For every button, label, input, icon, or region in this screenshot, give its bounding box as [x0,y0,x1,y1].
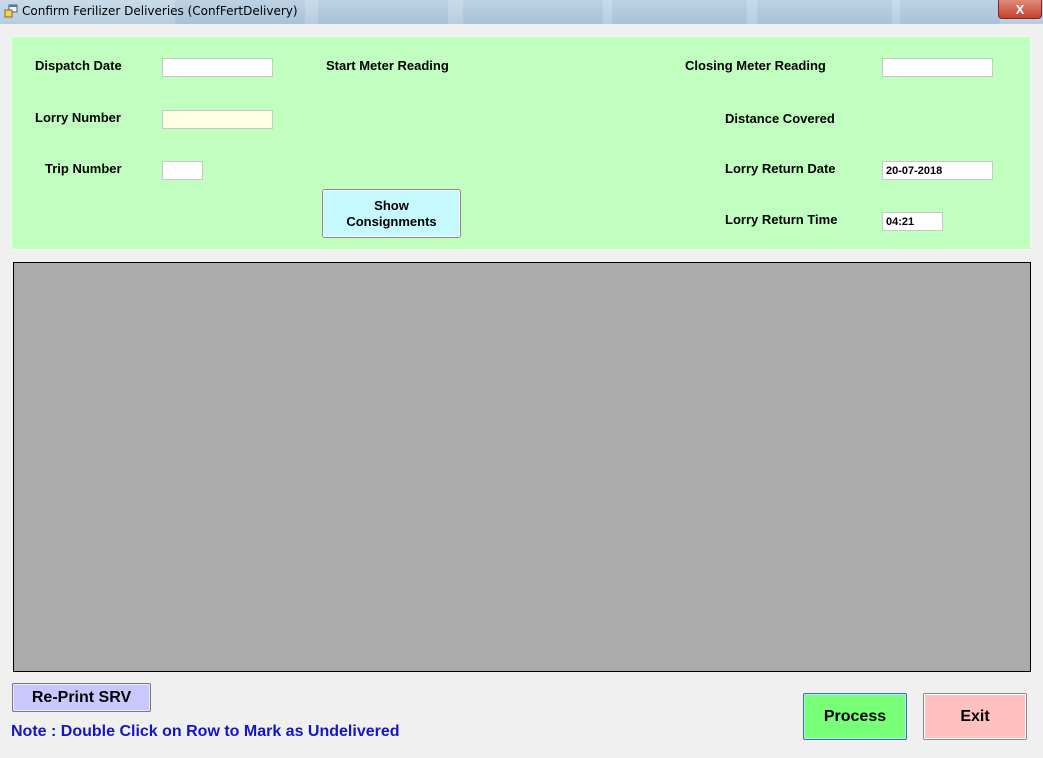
exit-button[interactable]: Exit [923,693,1027,740]
close-button[interactable]: X [998,0,1042,19]
close-icon: X [1015,1,1025,17]
delivery-form-panel: Dispatch Date Lorry Number Trip Number S… [11,36,1031,250]
lorry-number-label: Lorry Number [35,110,121,125]
undelivered-note: Note : Double Click on Row to Mark as Un… [11,723,400,740]
title-bar: Confirm Ferilizer Deliveries (ConfFertDe… [0,0,1043,24]
lorry-return-time-label: Lorry Return Time [725,212,838,227]
show-consignments-line2: Consignments [346,213,437,229]
distance-covered-label: Distance Covered [725,111,835,126]
consignments-grid[interactable] [13,262,1031,672]
trip-number-label: Trip Number [45,161,122,176]
show-consignments-line1: Show [374,197,409,213]
process-button[interactable]: Process [803,693,907,740]
show-consignments-button[interactable]: Show Consignments [322,189,461,238]
start-meter-label: Start Meter Reading [326,58,449,73]
app-window-icon [4,4,18,18]
lorry-number-field[interactable] [162,110,273,129]
trip-number-field[interactable] [162,161,203,180]
closing-meter-field[interactable] [882,58,993,77]
lorry-return-date-label: Lorry Return Date [725,161,836,176]
window-title: Confirm Ferilizer Deliveries (ConfFertDe… [22,4,298,18]
dispatch-date-label: Dispatch Date [35,58,122,73]
lorry-return-date-field[interactable] [882,161,993,180]
dispatch-date-field[interactable] [162,58,273,77]
reprint-srv-button[interactable]: Re-Print SRV [12,683,151,712]
lorry-return-time-field[interactable] [882,212,943,231]
closing-meter-label: Closing Meter Reading [685,58,826,73]
